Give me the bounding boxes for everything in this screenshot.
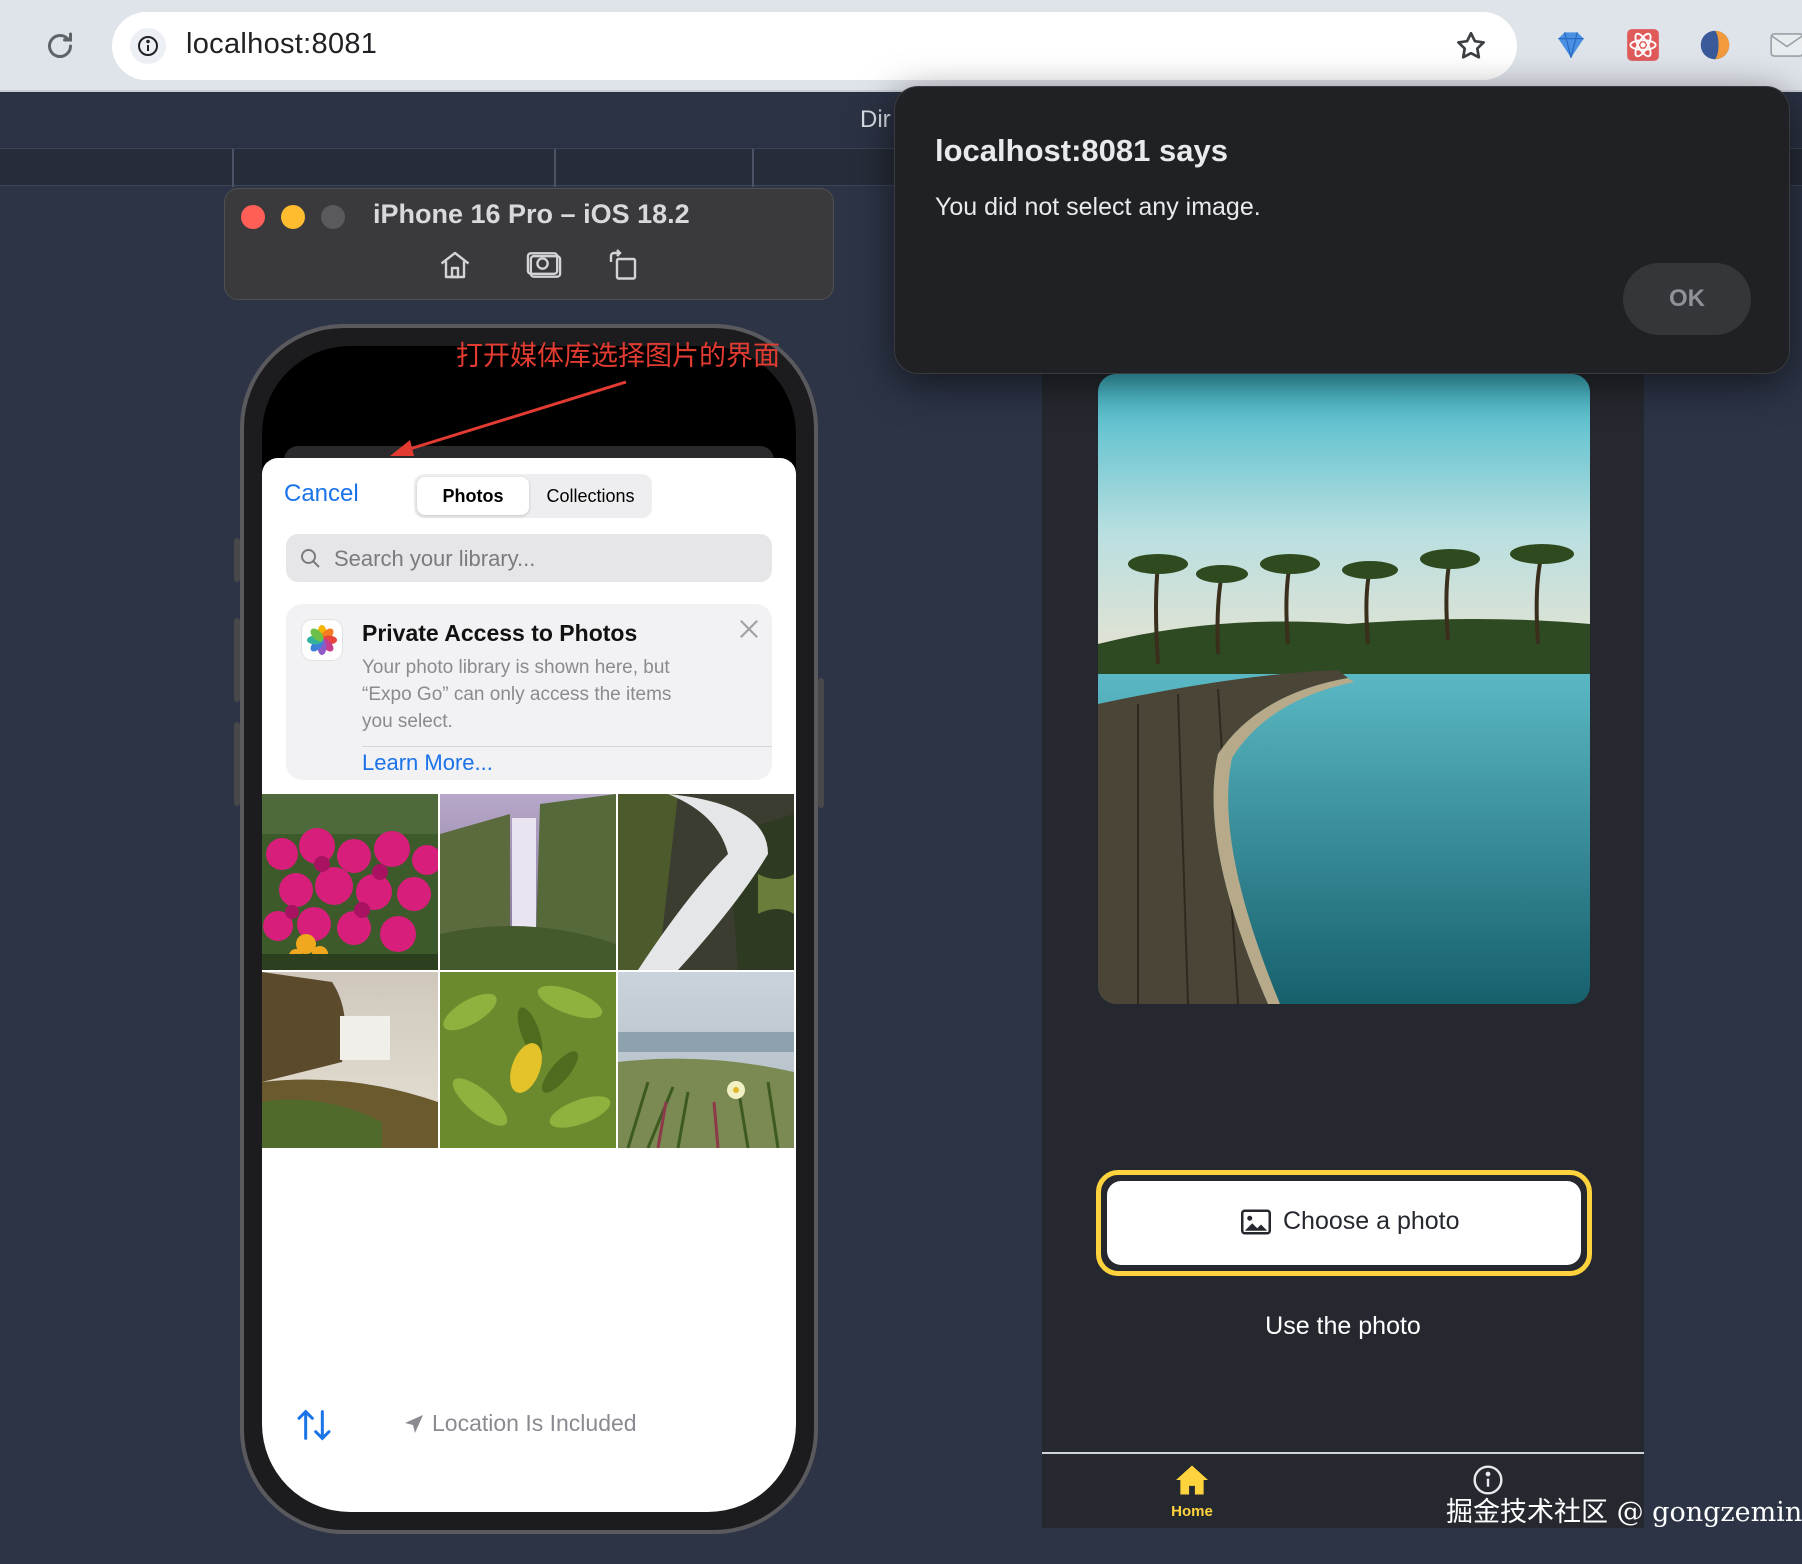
mute-switch <box>234 538 240 582</box>
simulator-titlebar: iPhone 16 Pro – iOS 18.2 <box>224 188 834 300</box>
power-button <box>818 678 824 808</box>
tab-home[interactable]: Home <box>1152 1464 1232 1520</box>
reload-icon[interactable] <box>42 28 78 64</box>
tab-photos[interactable]: Photos <box>417 477 529 515</box>
photo-tile-waterfall-rocks[interactable] <box>618 794 794 970</box>
minimize-window-button[interactable] <box>281 205 305 229</box>
dialog-title: localhost:8081 says <box>935 133 1228 168</box>
gem-extension-icon[interactable] <box>1552 26 1590 64</box>
site-info-icon[interactable] <box>130 28 166 64</box>
annotation-arrow-icon <box>390 380 627 456</box>
annotation-label: 打开媒体库选择图片的界面 <box>456 341 780 372</box>
phone-screen: Cancel Photos Collections Search your li… <box>262 346 796 1512</box>
home-icon[interactable] <box>437 247 477 287</box>
tab-divider <box>232 149 234 187</box>
dialog-message: You did not select any image. <box>935 193 1261 221</box>
hero-image <box>1098 374 1590 1004</box>
mail-extension-icon[interactable] <box>1768 26 1802 64</box>
library-search-field[interactable]: Search your library... <box>286 534 772 582</box>
app-web-view: Choose a photo Use the photo Home <box>1042 360 1644 1528</box>
location-label: Location Is Included <box>432 1410 637 1436</box>
react-devtools-extension-icon[interactable] <box>1624 26 1662 64</box>
choose-photo-highlight: Choose a photo <box>1096 1170 1592 1276</box>
zoom-window-button[interactable] <box>321 205 345 229</box>
photo-tile-waterfall-cliff[interactable] <box>262 972 438 1148</box>
iphone-frame: Cancel Photos Collections Search your li… <box>234 324 824 1534</box>
image-icon <box>1241 1209 1271 1235</box>
tab-home-label: Home <box>1171 1503 1213 1520</box>
url-text[interactable]: localhost:8081 <box>186 28 377 61</box>
close-window-button[interactable] <box>241 205 265 229</box>
card-divider <box>362 746 772 747</box>
home-tab-icon <box>1176 1465 1208 1495</box>
photo-tile-flowers[interactable] <box>262 794 438 970</box>
ok-button[interactable]: OK <box>1623 263 1751 335</box>
card-body: Your photo library is shown here, but “E… <box>362 657 672 732</box>
devtools-header-label: Dir <box>860 106 891 133</box>
photo-grid <box>262 794 796 1150</box>
photos-app-icon <box>302 620 342 660</box>
use-photo-button[interactable]: Use the photo <box>1042 1312 1644 1341</box>
watermark: 掘金技术社区 @ gongzemin <box>1446 1497 1802 1528</box>
location-arrow-icon <box>405 1415 423 1433</box>
volume-up-button <box>234 618 240 702</box>
photo-tile-green-leaves[interactable] <box>440 972 616 1148</box>
tab-collections[interactable]: Collections <box>532 477 649 515</box>
photo-tile-waterfall-valley[interactable] <box>440 794 616 970</box>
browser-toolbar: localhost:8081 <box>0 0 1802 92</box>
orbit-extension-icon[interactable] <box>1696 26 1734 64</box>
close-icon[interactable] <box>736 616 762 642</box>
card-title: Private Access to Photos <box>362 620 638 646</box>
screenshot-icon[interactable] <box>525 247 565 287</box>
photo-picker-sheet: Cancel Photos Collections Search your li… <box>262 458 796 1512</box>
choose-photo-button[interactable]: Choose a photo <box>1107 1181 1581 1265</box>
sort-icon[interactable] <box>294 1408 334 1442</box>
tab-divider <box>554 149 556 187</box>
photo-tile-coastal-plants[interactable] <box>618 972 794 1148</box>
alert-dialog: localhost:8081 says You did not select a… <box>894 86 1790 374</box>
address-bar[interactable]: localhost:8081 <box>112 12 1517 80</box>
search-placeholder: Search your library... <box>334 546 536 571</box>
private-access-card: Private Access to Photos Your photo libr… <box>286 604 772 780</box>
tab-divider <box>752 149 754 187</box>
search-icon <box>301 549 320 568</box>
learn-more-link[interactable]: Learn More... <box>362 750 493 776</box>
choose-photo-label: Choose a photo <box>1283 1207 1460 1235</box>
simulator-device-name: iPhone 16 Pro – iOS 18.2 <box>373 199 690 229</box>
cancel-button[interactable]: Cancel <box>284 480 359 508</box>
bookmark-star-icon[interactable] <box>1453 28 1489 64</box>
picker-segmented-control: Photos Collections <box>414 474 652 518</box>
volume-down-button <box>234 722 240 806</box>
rotate-icon[interactable] <box>605 247 645 287</box>
